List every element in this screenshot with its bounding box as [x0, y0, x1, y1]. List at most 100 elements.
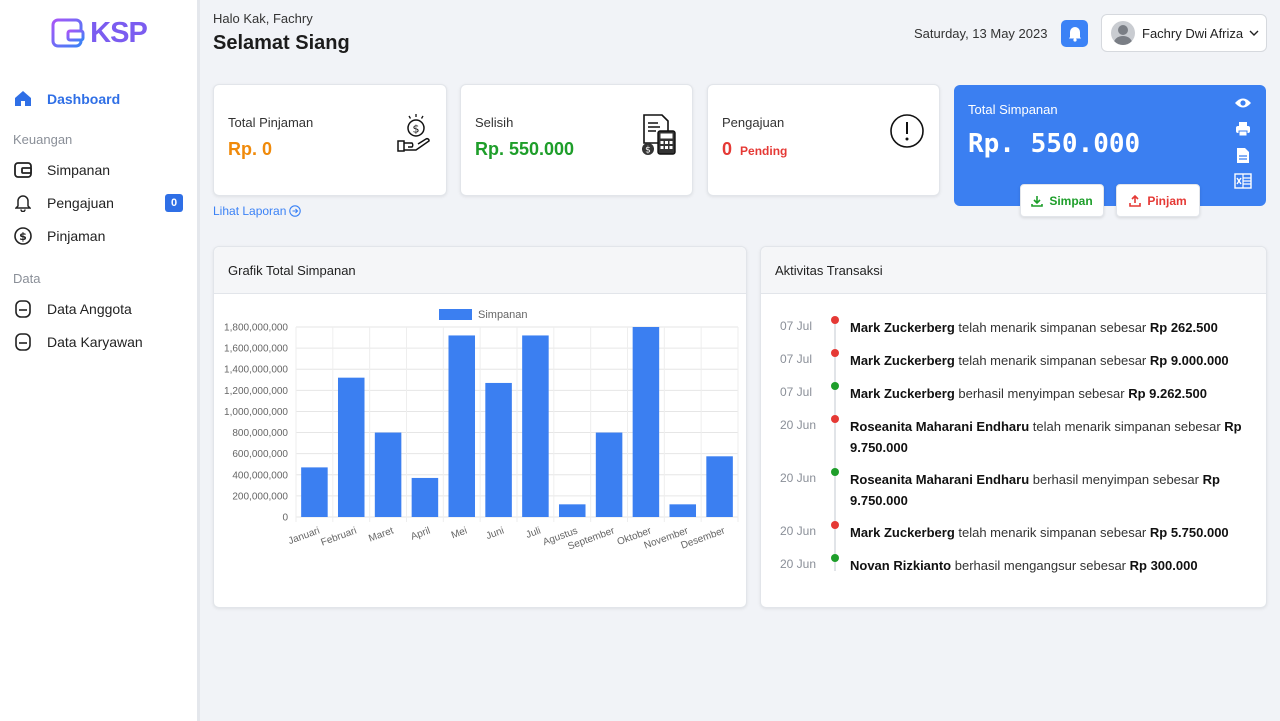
exclamation-circle-icon: [889, 113, 925, 154]
activity-panel-title: Aktivitas Transaksi: [761, 247, 1266, 294]
activity-text: Roseanita Maharani Endharu berhasil meny…: [850, 469, 1250, 511]
activity-status-dot: [831, 468, 839, 476]
excel-file-icon[interactable]: [1234, 172, 1252, 190]
pengajuan-value: 0 Pending: [722, 139, 787, 160]
svg-text:$: $: [413, 123, 420, 136]
wallet-icon: [13, 160, 33, 180]
sidebar-item-label: Dashboard: [47, 90, 121, 107]
sidebar-section-data: Data: [13, 271, 41, 286]
pengajuan-count: 0: [722, 139, 733, 159]
activity-name: Mark Zuckerberg: [850, 525, 955, 540]
y-tick-label: 0: [282, 513, 288, 524]
total-pinjaman-card: Total Pinjaman Rp. 0 $: [213, 84, 447, 196]
print-icon[interactable]: [1234, 120, 1252, 138]
activity-action: berhasil mengangsur sebesar: [951, 558, 1130, 573]
database-icon: [13, 299, 33, 319]
activity-date: 07 Jul: [780, 385, 813, 399]
y-tick-label: 800,000,000: [232, 428, 288, 439]
activity-action: telah menarik simpanan sebesar: [954, 525, 1150, 540]
activity-name: Mark Zuckerberg: [850, 353, 955, 368]
bar: [448, 335, 476, 517]
sidebar-section-keuangan: Keuangan: [13, 132, 73, 147]
database-icon: [13, 332, 33, 352]
logo[interactable]: KSP: [0, 0, 197, 60]
simpan-label: Simpan: [1049, 193, 1093, 208]
bar-chart: Simpanan 0 200,000,000 400,000,000 600,000,0…: [224, 309, 739, 553]
y-tick-label: 1,800,000,000: [224, 323, 288, 334]
x-tick-label: Juli: [525, 525, 543, 540]
activity-text: Roseanita Maharani Endharu telah menarik…: [850, 416, 1250, 458]
total-pinjaman-label: Total Pinjaman: [228, 115, 314, 130]
wallet-logo-icon: [51, 18, 85, 48]
selisih-card: Selisih Rp. 550.000 $: [460, 84, 693, 196]
current-date: Saturday, 13 May 2023: [914, 26, 1048, 41]
legend-swatch: [439, 309, 472, 320]
sidebar-item-data-anggota[interactable]: Data Anggota: [0, 292, 197, 325]
activity-status-dot: [831, 349, 839, 357]
greeting-subtitle: Halo Kak, Fachry: [213, 11, 313, 26]
dollar-circle-icon: $: [13, 226, 33, 246]
activity-date: 07 Jul: [780, 319, 813, 333]
total-simpanan-value: Rp. 550.000: [968, 129, 1141, 159]
activity-date: 20 Jun: [780, 557, 817, 571]
lihat-laporan-link[interactable]: Lihat Laporan: [213, 204, 302, 218]
activity-date: 20 Jun: [780, 418, 817, 432]
activity-text: Mark Zuckerberg telah menarik simpanan s…: [850, 350, 1250, 371]
simpanan-actions: [1234, 94, 1252, 190]
sidebar-item-label: Pinjaman: [47, 227, 106, 244]
x-tick-label: Februari: [320, 525, 359, 548]
simpan-button[interactable]: Simpan: [1020, 184, 1104, 217]
avatar: [1111, 21, 1135, 45]
y-tick-label: 1,400,000,000: [224, 365, 288, 376]
sidebar-item-pinjaman[interactable]: $ Pinjaman: [0, 219, 197, 252]
activity-status-dot: [831, 554, 839, 562]
bar: [706, 456, 733, 517]
activity-action: berhasil menyimpan sebesar: [1029, 472, 1203, 487]
eye-icon[interactable]: [1234, 94, 1252, 112]
activity-amount: Rp 300.000: [1129, 558, 1198, 573]
pengajuan-count-badge: 0: [165, 193, 183, 212]
activity-name: Mark Zuckerberg: [850, 320, 955, 335]
pinjam-button[interactable]: Pinjam: [1116, 184, 1200, 217]
y-tick-label: 600,000,000: [232, 449, 288, 460]
lihat-laporan-label: Lihat Laporan: [213, 204, 287, 218]
sidebar-item-data-karyawan[interactable]: Data Karyawan: [0, 325, 197, 358]
activity-amount: Rp 9.262.500: [1128, 386, 1207, 401]
activity-name: Mark Zuckerberg: [850, 386, 955, 401]
y-tick-label: 200,000,000: [232, 491, 288, 502]
activity-action: berhasil menyimpan sebesar: [954, 386, 1129, 401]
pengajuan-card: Pengajuan 0 Pending: [707, 84, 940, 196]
activity-amount: Rp 262.500: [1149, 320, 1218, 335]
activity-date: 20 Jun: [780, 524, 817, 538]
pengajuan-label: Pengajuan: [722, 115, 785, 130]
bar: [522, 335, 549, 517]
brand-name: KSP: [90, 16, 148, 49]
bar: [632, 327, 660, 517]
calculator-invoice-icon: $: [638, 113, 678, 162]
y-tick-label: 1,200,000,000: [224, 386, 288, 397]
bar: [411, 477, 439, 517]
sidebar-item-pengajuan[interactable]: Pengajuan 0: [0, 186, 197, 219]
sidebar-item-simpanan[interactable]: Simpanan: [0, 153, 197, 186]
notification-button[interactable]: [1061, 20, 1088, 47]
pdf-file-icon[interactable]: [1234, 146, 1252, 164]
user-menu-button[interactable]: Fachry Dwi Afriza: [1101, 14, 1267, 52]
activity-text: Mark Zuckerberg berhasil menyimpan sebes…: [850, 383, 1250, 404]
bar: [301, 467, 328, 517]
chevron-down-icon: [1249, 30, 1259, 36]
pinjam-label: Pinjam: [1147, 193, 1187, 208]
activity-status-dot: [831, 382, 839, 390]
x-tick-label: Mei: [450, 525, 469, 541]
x-tick-label: Maret: [367, 525, 395, 544]
sidebar-item-label: Simpanan: [47, 161, 111, 178]
bar: [669, 504, 697, 517]
greeting-title: Selamat Siang: [213, 32, 350, 54]
pengajuan-status: Pending: [740, 144, 788, 158]
bell-icon: [1068, 26, 1081, 42]
sidebar-item-dashboard[interactable]: Dashboard: [0, 82, 197, 115]
money-hand-icon: $: [396, 113, 432, 158]
selisih-value: Rp. 550.000: [475, 139, 575, 159]
activity-amount: Rp 9.000.000: [1149, 353, 1229, 368]
download-icon: [1031, 195, 1044, 207]
activity-date: 20 Jun: [780, 471, 817, 485]
